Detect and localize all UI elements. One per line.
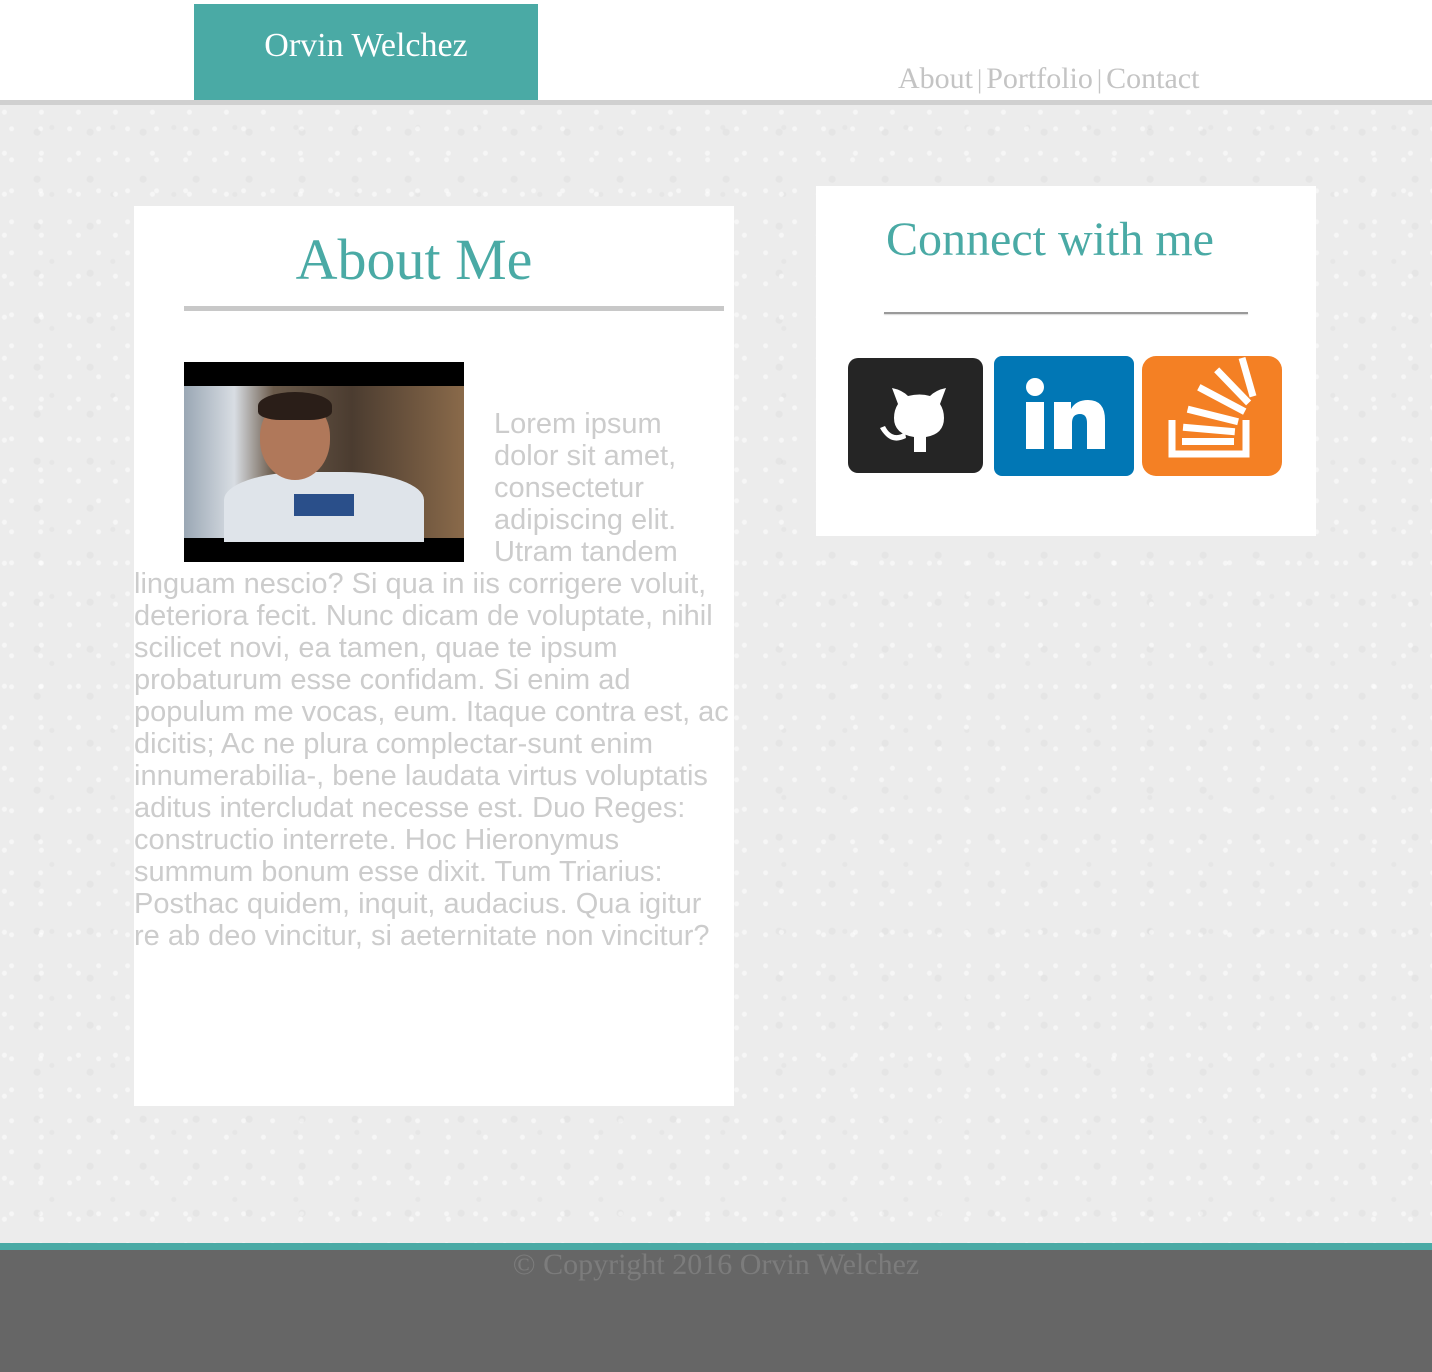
linkedin-link[interactable] [994,356,1134,476]
nav-portfolio[interactable]: Portfolio [986,62,1093,95]
brand-name: Orvin Welchez [264,27,468,64]
about-title: About Me [295,227,533,292]
linkedin-icon [1026,378,1105,449]
about-divider [184,306,724,311]
main-nav: About | Portfolio | Contact [898,62,1199,96]
connect-divider [884,312,1248,314]
stackoverflow-icon [1168,356,1257,458]
nav-separator: | [1096,65,1103,94]
nav-separator: | [977,65,983,94]
nav-about[interactable]: About [898,62,973,95]
photo-float-spacer [134,408,494,568]
site-header: Orvin Welchez About | Portfolio | Contact [0,0,1432,100]
about-card: About Me Lorem ipsum dolor sit amet, con… [134,206,734,1106]
connect-title: Connect with me [886,213,1214,266]
about-body-wrapper: Lorem ipsum dolor sit amet, consectetur … [134,408,734,952]
copyright-text: © Copyright 2016 Orvin Welchez [512,1248,920,1281]
site-footer: © Copyright 2016 Orvin Welchez [0,1248,1432,1372]
github-link[interactable] [848,358,983,473]
github-icon [880,388,946,452]
nav-contact[interactable]: Contact [1106,62,1199,95]
brand-logo[interactable]: Orvin Welchez [194,4,538,100]
header-divider [0,100,1432,105]
connect-card: Connect with me [816,186,1316,536]
stackoverflow-link[interactable] [1142,356,1282,476]
